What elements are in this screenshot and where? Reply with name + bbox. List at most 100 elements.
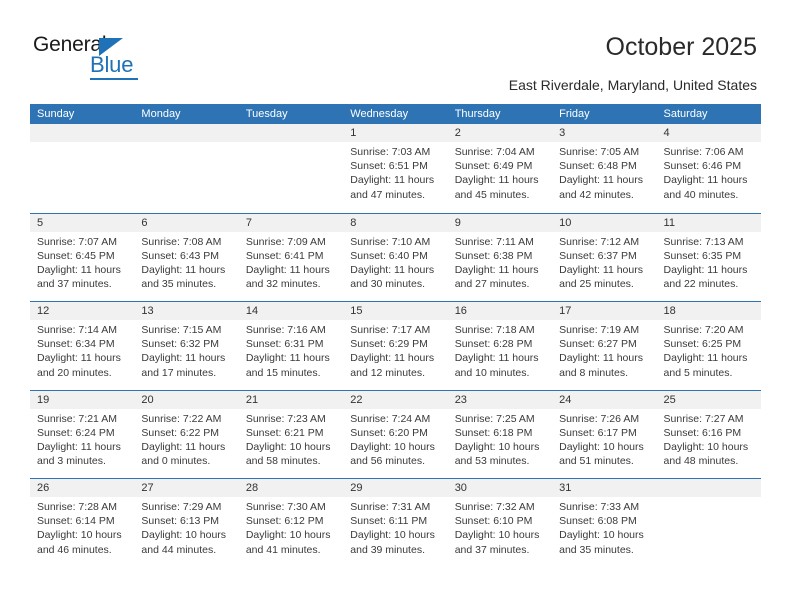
daylight-text-line2: and 35 minutes. bbox=[559, 543, 634, 556]
calendar-day-cell[interactable]: 26 Sunrise: 7:28 AM Sunset: 6:14 PM Dayligh… bbox=[30, 479, 135, 567]
calendar-day-cell[interactable]: 21 Sunrise: 7:23 AM Sunset: 6:21 PM Dayligh… bbox=[238, 390, 344, 478]
day-details: Sunrise: 7:17 AM Sunset: 6:29 PM Daylight:… bbox=[343, 320, 447, 380]
sunset-text: Sunset: 6:43 PM bbox=[141, 249, 220, 262]
sunrise-text: Sunrise: 7:13 AM bbox=[663, 235, 744, 248]
calendar-day-cell[interactable]: 27 Sunrise: 7:29 AM Sunset: 6:13 PM Dayligh… bbox=[134, 479, 239, 567]
calendar-day-cell[interactable]: 3 Sunrise: 7:05 AM Sunset: 6:48 PM Daylight… bbox=[552, 124, 657, 213]
calendar-day-cell[interactable]: 15 Sunrise: 7:17 AM Sunset: 6:29 PM Dayligh… bbox=[343, 302, 448, 390]
day-details: Sunrise: 7:23 AM Sunset: 6:21 PM Daylight:… bbox=[239, 409, 343, 469]
daylight-text-line1: Daylight: 10 hours bbox=[663, 440, 749, 453]
calendar-day-cell-empty bbox=[656, 479, 761, 567]
day-number: 26 bbox=[30, 479, 135, 497]
day-number bbox=[238, 124, 344, 142]
sunset-text: Sunset: 6:10 PM bbox=[454, 515, 533, 528]
daylight-text-line1: Daylight: 11 hours bbox=[141, 440, 226, 453]
day-details: Sunrise: 7:08 AM Sunset: 6:43 PM Daylight:… bbox=[134, 232, 238, 292]
daylight-text-line2: and 48 minutes. bbox=[663, 455, 739, 468]
calendar-day-cell[interactable]: 1 Sunrise: 7:03 AM Sunset: 6:51 PM Daylight… bbox=[343, 124, 448, 213]
calendar-day-cell[interactable]: 31 Sunrise: 7:33 AM Sunset: 6:08 PM Dayligh… bbox=[552, 479, 657, 567]
page-header: General Blue October 2025 East Riverdale… bbox=[0, 0, 792, 100]
calendar-day-cell[interactable]: 8 Sunrise: 7:10 AM Sunset: 6:40 PM Daylight… bbox=[343, 213, 448, 301]
daylight-text-line1: Daylight: 11 hours bbox=[454, 263, 539, 276]
calendar-day-cell[interactable]: 11 Sunrise: 7:13 AM Sunset: 6:35 PM Dayligh… bbox=[656, 213, 761, 301]
daylight-text-line2: and 46 minutes. bbox=[37, 543, 112, 556]
calendar-day-cell[interactable]: 25 Sunrise: 7:27 AM Sunset: 6:16 PM Dayligh… bbox=[656, 390, 761, 478]
day-details: Sunrise: 7:29 AM Sunset: 6:13 PM Daylight:… bbox=[134, 497, 238, 557]
daylight-text-line2: and 17 minutes. bbox=[141, 366, 217, 379]
daylight-text-line1: Daylight: 11 hours bbox=[559, 352, 643, 365]
sunrise-text: Sunrise: 7:21 AM bbox=[37, 412, 117, 425]
daylight-text-line2: and 22 minutes. bbox=[663, 278, 739, 291]
sunrise-text: Sunrise: 7:20 AM bbox=[663, 324, 744, 336]
calendar-day-cell[interactable]: 29 Sunrise: 7:31 AM Sunset: 6:11 PM Dayligh… bbox=[343, 479, 448, 567]
calendar-day-cell[interactable]: 14 Sunrise: 7:16 AM Sunset: 6:31 PM Dayligh… bbox=[238, 302, 344, 390]
day-number: 3 bbox=[552, 124, 657, 142]
calendar-day-cell[interactable]: 4 Sunrise: 7:06 AM Sunset: 6:46 PM Daylight… bbox=[656, 124, 761, 213]
sunset-text: Sunset: 6:21 PM bbox=[245, 426, 324, 439]
calendar-day-cell[interactable]: 2 Sunrise: 7:04 AM Sunset: 6:49 PM Daylight… bbox=[447, 124, 553, 213]
day-number: 2 bbox=[447, 124, 553, 142]
day-details: Sunrise: 7:22 AM Sunset: 6:22 PM Daylight:… bbox=[134, 409, 238, 469]
sunrise-text: Sunrise: 7:08 AM bbox=[141, 235, 222, 248]
sunset-text: Sunset: 6:08 PM bbox=[559, 515, 637, 528]
calendar-day-cell[interactable]: 17 Sunrise: 7:19 AM Sunset: 6:27 PM Dayligh… bbox=[552, 302, 657, 390]
logo-text-blue: Blue bbox=[90, 52, 134, 77]
calendar-day-cell[interactable]: 10 Sunrise: 7:12 AM Sunset: 6:37 PM Dayligh… bbox=[552, 213, 657, 301]
calendar-day-cell[interactable]: 9 Sunrise: 7:11 AM Sunset: 6:38 PM Daylight… bbox=[447, 213, 553, 301]
day-number: 17 bbox=[552, 302, 657, 320]
calendar-week-row: 26 Sunrise: 7:28 AM Sunset: 6:14 PM Dayligh… bbox=[30, 478, 761, 567]
sunset-text: Sunset: 6:24 PM bbox=[37, 426, 115, 439]
calendar-day-cell[interactable]: 23 Sunrise: 7:25 AM Sunset: 6:18 PM Dayligh… bbox=[447, 390, 553, 478]
day-number: 7 bbox=[238, 213, 344, 232]
day-details: Sunrise: 7:25 AM Sunset: 6:18 PM Daylight:… bbox=[448, 409, 552, 469]
sunset-text: Sunset: 6:16 PM bbox=[663, 426, 742, 439]
sunrise-text: Sunrise: 7:14 AM bbox=[37, 324, 117, 336]
day-number: 15 bbox=[343, 302, 448, 320]
calendar-day-cell[interactable]: 12 Sunrise: 7:14 AM Sunset: 6:34 PM Dayligh… bbox=[30, 302, 135, 390]
calendar-body: 1 Sunrise: 7:03 AM Sunset: 6:51 PM Daylight… bbox=[30, 124, 761, 567]
sunrise-text: Sunrise: 7:23 AM bbox=[245, 412, 326, 425]
sunrise-text: Sunrise: 7:04 AM bbox=[454, 146, 535, 158]
weekday-header-thursday: Thursday bbox=[454, 108, 501, 120]
calendar-day-cell[interactable]: 28 Sunrise: 7:30 AM Sunset: 6:12 PM Dayligh… bbox=[238, 479, 344, 567]
sunset-text: Sunset: 6:12 PM bbox=[245, 515, 324, 528]
daylight-text-line2: and 41 minutes. bbox=[245, 543, 321, 556]
day-number: 29 bbox=[343, 479, 448, 497]
weekday-header-monday: Monday bbox=[141, 108, 181, 120]
sunset-text: Sunset: 6:13 PM bbox=[141, 515, 220, 528]
calendar-day-cell[interactable]: 22 Sunrise: 7:24 AM Sunset: 6:20 PM Dayligh… bbox=[343, 390, 448, 478]
sunset-text: Sunset: 6:27 PM bbox=[559, 338, 637, 351]
day-number: 25 bbox=[656, 390, 761, 409]
day-details: Sunrise: 7:30 AM Sunset: 6:12 PM Daylight:… bbox=[239, 497, 343, 557]
sunrise-text: Sunrise: 7:24 AM bbox=[350, 412, 431, 425]
calendar-day-cell[interactable]: 30 Sunrise: 7:32 AM Sunset: 6:10 PM Dayligh… bbox=[447, 479, 553, 567]
sunset-text: Sunset: 6:32 PM bbox=[141, 338, 220, 351]
daylight-text-line1: Daylight: 11 hours bbox=[141, 263, 226, 276]
calendar-day-cell[interactable]: 16 Sunrise: 7:18 AM Sunset: 6:28 PM Dayligh… bbox=[447, 302, 553, 390]
sunrise-text: Sunrise: 7:33 AM bbox=[559, 501, 640, 513]
day-number: 21 bbox=[238, 390, 344, 409]
sunrise-text: Sunrise: 7:10 AM bbox=[350, 235, 431, 248]
calendar-day-cell[interactable]: 6 Sunrise: 7:08 AM Sunset: 6:43 PM Daylight… bbox=[134, 213, 239, 301]
calendar-day-cell[interactable]: 13 Sunrise: 7:15 AM Sunset: 6:32 PM Dayligh… bbox=[134, 302, 239, 390]
day-details: Sunrise: 7:09 AM Sunset: 6:41 PM Daylight:… bbox=[239, 232, 343, 292]
day-details: Sunrise: 7:04 AM Sunset: 6:49 PM Daylight:… bbox=[448, 142, 552, 202]
calendar-day-cell[interactable]: 24 Sunrise: 7:26 AM Sunset: 6:17 PM Dayligh… bbox=[552, 390, 657, 478]
calendar-day-cell[interactable]: 18 Sunrise: 7:20 AM Sunset: 6:25 PM Dayligh… bbox=[656, 302, 761, 390]
weekday-header-tuesday: Tuesday bbox=[245, 108, 288, 120]
day-number: 23 bbox=[447, 390, 553, 409]
calendar-week-row: 1 Sunrise: 7:03 AM Sunset: 6:51 PM Daylight… bbox=[30, 124, 761, 213]
generalblue-logo[interactable]: General Blue bbox=[33, 33, 143, 80]
calendar-weekday-header: Sunday Monday Tuesday Wednesday Thursday Frid… bbox=[30, 104, 761, 124]
day-number: 9 bbox=[447, 213, 553, 232]
day-details: Sunrise: 7:15 AM Sunset: 6:32 PM Daylight:… bbox=[134, 320, 238, 380]
day-details: Sunrise: 7:13 AM Sunset: 6:35 PM Daylight:… bbox=[657, 232, 761, 292]
calendar-day-cell[interactable]: 20 Sunrise: 7:22 AM Sunset: 6:22 PM Dayligh… bbox=[134, 390, 239, 478]
calendar-week-row: 5 Sunrise: 7:07 AM Sunset: 6:45 PM Daylight… bbox=[30, 212, 761, 301]
sunrise-text: Sunrise: 7:06 AM bbox=[663, 146, 744, 158]
calendar-day-cell[interactable]: 19 Sunrise: 7:21 AM Sunset: 6:24 PM Dayligh… bbox=[30, 390, 135, 478]
calendar-day-cell[interactable]: 7 Sunrise: 7:09 AM Sunset: 6:41 PM Daylight… bbox=[238, 213, 344, 301]
daylight-text-line1: Daylight: 11 hours bbox=[350, 263, 435, 276]
daylight-text-line2: and 58 minutes. bbox=[245, 455, 321, 468]
calendar-day-cell[interactable]: 5 Sunrise: 7:07 AM Sunset: 6:45 PM Daylight… bbox=[30, 213, 135, 301]
